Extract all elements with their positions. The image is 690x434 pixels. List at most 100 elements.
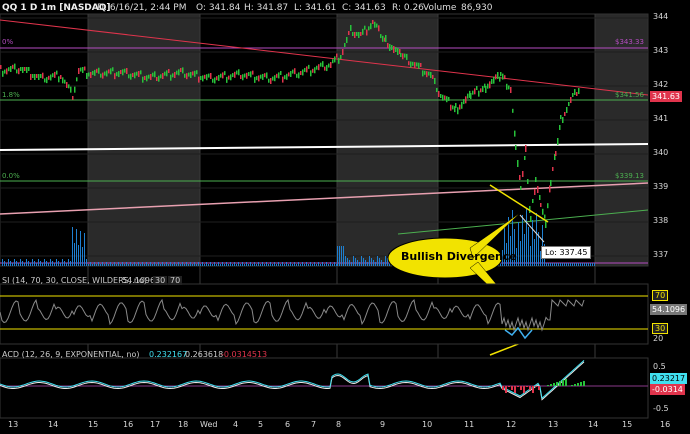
volume-bar (520, 241, 521, 266)
macd-histogram-bar (532, 386, 534, 393)
price-candle (162, 73, 164, 79)
price-candle (493, 76, 495, 84)
volume-bar (238, 262, 239, 266)
volume-bar (132, 264, 133, 266)
volume-bar (12, 263, 13, 266)
volume-bar (46, 261, 47, 266)
volume-bar (282, 262, 283, 266)
macd-axis-diff: -0.0314 (650, 384, 685, 395)
price-candle (510, 87, 512, 93)
price-axis-label: 344 (653, 12, 669, 21)
volume-bar (140, 264, 141, 266)
price-candle (457, 107, 459, 115)
price-candle (506, 83, 508, 90)
price-candle (54, 71, 56, 78)
chart-canvas[interactable] (0, 0, 690, 434)
volume-bar (570, 263, 571, 266)
volume-bar (556, 263, 557, 266)
volume-bar (120, 264, 121, 266)
volume-bar (174, 262, 175, 266)
price-candle (120, 70, 122, 74)
price-candle (188, 72, 190, 77)
symbol-label[interactable]: QQ 1 D 1m [NASDAQ] (2, 3, 111, 13)
price-candle (330, 62, 332, 68)
volume-bar (156, 264, 157, 266)
price-candle (408, 61, 410, 66)
volume-bar (228, 264, 229, 266)
price-candle (476, 86, 478, 90)
price-candle (550, 180, 552, 186)
price-candle (16, 69, 18, 74)
price-candle (250, 71, 252, 78)
price-candle (134, 72, 136, 79)
price-candle (72, 96, 74, 100)
price-candle (254, 76, 256, 83)
price-candle (204, 74, 206, 79)
volume-bar (246, 262, 247, 266)
volume-bar (383, 262, 384, 266)
price-candle (472, 90, 474, 95)
price-candle (304, 67, 306, 72)
price-candle (308, 64, 310, 69)
volume-bar (148, 264, 149, 266)
price-candle (404, 53, 406, 58)
price-candle (80, 67, 82, 72)
volume-bar (72, 227, 73, 266)
price-axis-label: 343 (653, 46, 669, 55)
volume-bar (86, 259, 87, 266)
price-candle (395, 47, 397, 52)
price-candle (252, 70, 254, 75)
price-candle (465, 96, 467, 104)
price-candle (178, 69, 180, 76)
volume-bar (264, 264, 265, 266)
volume-bar (110, 262, 111, 266)
price-candle (382, 35, 384, 42)
price-candle (402, 53, 404, 60)
time-axis-label: 16 (123, 420, 134, 429)
volume-bar (355, 258, 356, 266)
price-candle (444, 95, 446, 100)
price-candle (264, 73, 266, 78)
volume-bar (230, 262, 231, 266)
volume-bar (160, 264, 161, 266)
price-candle (102, 72, 104, 79)
volume-bar (296, 264, 297, 266)
price-candle (368, 26, 370, 31)
price-candle (356, 32, 358, 36)
fib-level-right-label: $341.56 (615, 91, 644, 99)
volume-bar (184, 264, 185, 266)
price-candle (2, 70, 4, 77)
volume-bar (122, 262, 123, 266)
rsi-axis-20: 20 (653, 334, 664, 343)
price-candle (242, 74, 244, 81)
price-candle (519, 175, 521, 180)
price-candle (90, 72, 92, 78)
price-candle (246, 72, 248, 79)
price-candle (535, 177, 537, 182)
macd-axis-value: 0.23217 (650, 373, 688, 384)
volume-bar (584, 263, 585, 266)
price-candle (426, 71, 428, 78)
price-candle (562, 117, 564, 123)
macd-study-legend[interactable]: ACD (12, 26, 9, EXPONENTIAL, no) (2, 350, 139, 359)
price-candle (346, 37, 348, 43)
price-candle (58, 76, 60, 83)
volume-bar (528, 227, 529, 266)
volume-bar (532, 220, 533, 266)
price-candle (42, 72, 44, 79)
macd-histogram-bar (583, 381, 585, 386)
macd-histogram-bar (571, 385, 573, 386)
volume-bar (280, 264, 281, 266)
macd-axis-label: 0.5 (653, 362, 666, 371)
price-candle (98, 67, 100, 74)
volume-bar (118, 262, 119, 266)
price-candle (545, 221, 547, 228)
volume-bar (106, 262, 107, 266)
price-candle (364, 25, 366, 30)
time-axis-label: 17 (150, 420, 161, 429)
price-candle (574, 89, 576, 95)
price-candle (298, 72, 300, 79)
price-candle (266, 72, 268, 79)
price-candle (240, 75, 242, 79)
volume-bar (164, 264, 165, 266)
